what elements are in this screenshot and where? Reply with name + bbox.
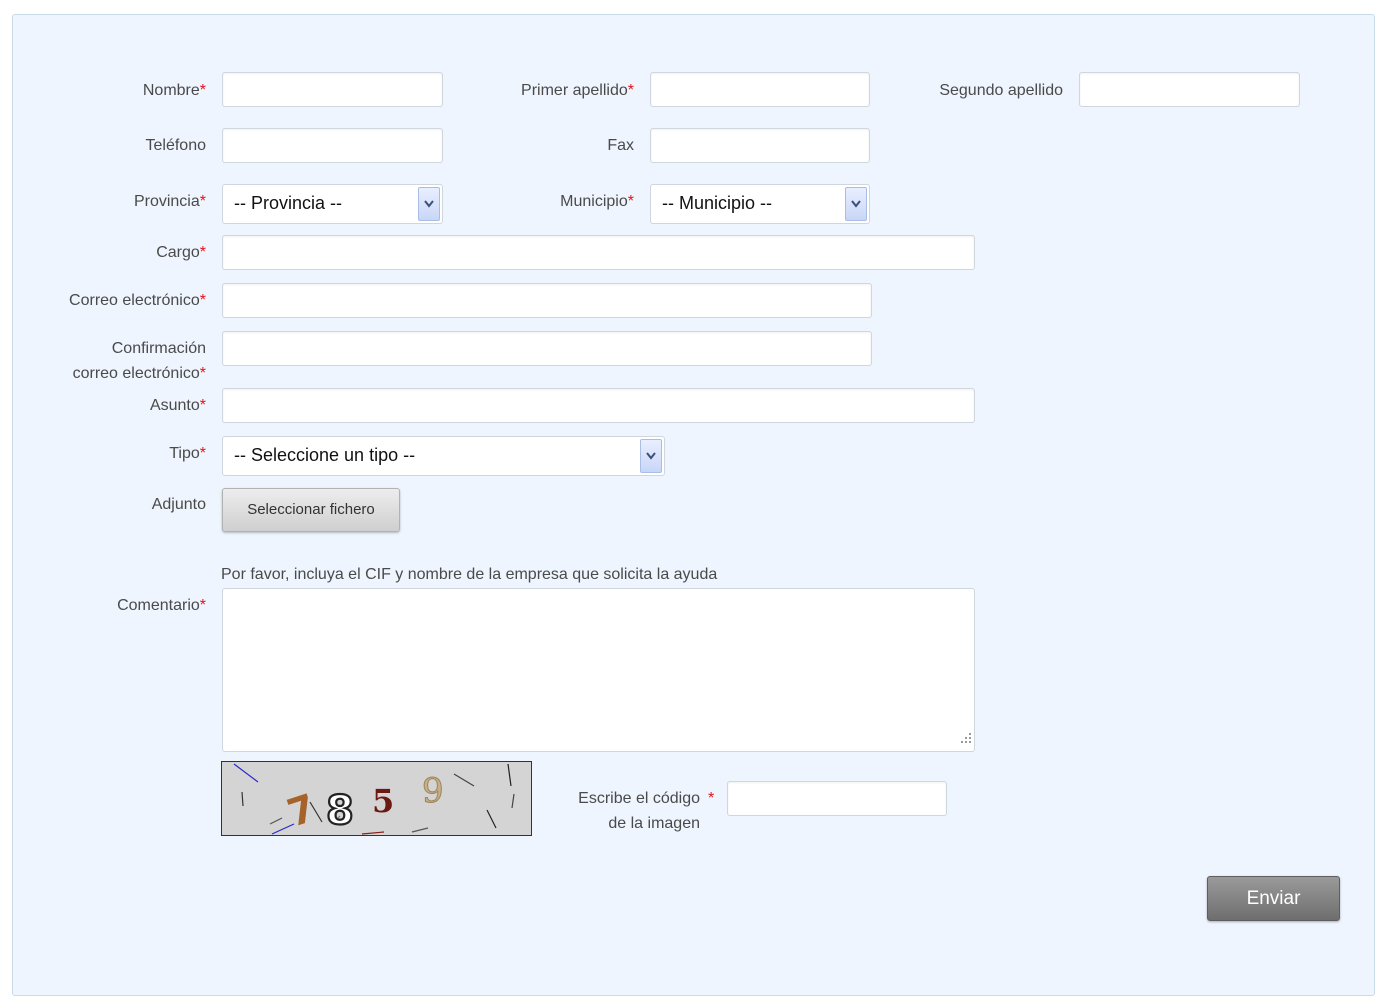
- cargo-input[interactable]: [222, 235, 975, 270]
- segundo-apellido-label: Segundo apellido: [939, 82, 1063, 99]
- captcha-digit: 8: [326, 788, 354, 834]
- captcha-label: Escribe el código de la imagen: [578, 790, 700, 832]
- primer-apellido-input[interactable]: [650, 72, 870, 107]
- fax-label: Fax: [607, 137, 634, 154]
- resize-grip-icon[interactable]: [958, 730, 972, 749]
- municipio-select[interactable]: -- Municipio --: [650, 184, 870, 224]
- captcha-required-mark: *: [708, 790, 715, 807]
- comentario-textarea[interactable]: [222, 588, 975, 752]
- captcha-input[interactable]: [727, 781, 947, 816]
- adjunto-label: Adjunto: [151, 496, 206, 513]
- correo-label: Correo electrónico*: [69, 292, 206, 309]
- provincia-select[interactable]: -- Provincia --: [222, 184, 443, 224]
- chevron-down-icon[interactable]: [845, 187, 867, 221]
- submit-button[interactable]: Enviar: [1207, 876, 1340, 921]
- provincia-selected-value: -- Provincia --: [234, 193, 343, 213]
- municipio-label: Municipio*: [560, 193, 634, 210]
- segundo-apellido-input[interactable]: [1079, 72, 1300, 107]
- municipio-selected-value: -- Municipio --: [662, 193, 773, 213]
- nombre-input[interactable]: [222, 72, 443, 107]
- comentario-label: Comentario*: [117, 597, 206, 614]
- captcha-digit: 9: [422, 771, 444, 811]
- chevron-down-icon[interactable]: [640, 439, 662, 473]
- nombre-label: Nombre*: [142, 82, 206, 99]
- tipo-select[interactable]: -- Seleccione un tipo --: [222, 436, 665, 476]
- captcha-digit: 7: [282, 786, 321, 835]
- tipo-label: Tipo*: [169, 445, 206, 462]
- cargo-label: Cargo*: [156, 244, 206, 261]
- select-file-button[interactable]: Seleccionar fichero: [222, 488, 400, 532]
- confirmacion-input[interactable]: [222, 331, 872, 366]
- captcha-digit: 5: [372, 782, 394, 820]
- asunto-input[interactable]: [222, 388, 975, 423]
- provincia-label: Provincia*: [133, 193, 206, 210]
- tipo-selected-value: -- Seleccione un tipo --: [234, 445, 416, 465]
- confirmacion-label: Confirmación correo electrónico*: [72, 340, 206, 382]
- chevron-down-icon[interactable]: [418, 187, 440, 221]
- telefono-label: Teléfono: [145, 137, 207, 154]
- correo-input[interactable]: [222, 283, 872, 318]
- comentario-hint: Por favor, incluya el CIF y nombre de la…: [221, 566, 718, 583]
- primer-apellido-label: Primer apellido*: [521, 82, 634, 99]
- telefono-input[interactable]: [222, 128, 443, 163]
- asunto-label: Asunto*: [149, 397, 206, 414]
- captcha-image: 7 8 5 9: [221, 761, 532, 836]
- fax-input[interactable]: [650, 128, 870, 163]
